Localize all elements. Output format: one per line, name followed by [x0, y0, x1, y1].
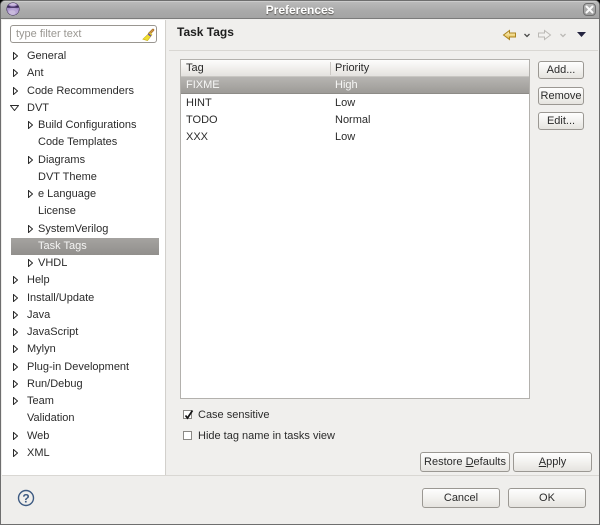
svg-text:?: ? — [22, 492, 29, 506]
